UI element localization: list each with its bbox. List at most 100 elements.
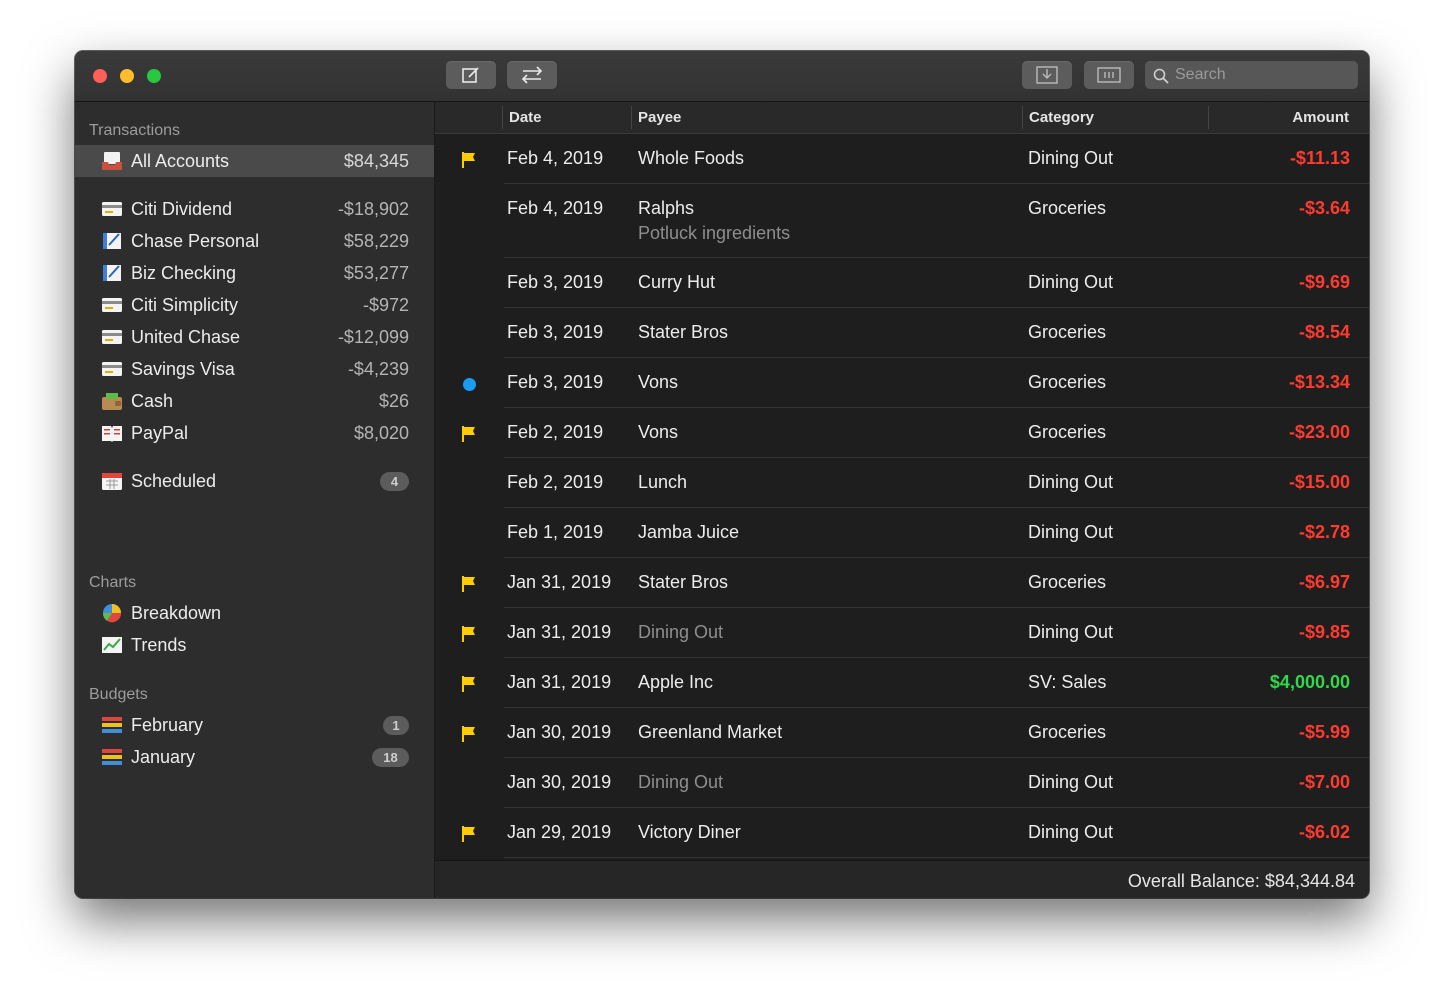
calendar-icon [102, 473, 122, 490]
transaction-amount: -$23.00 [1288, 422, 1350, 442]
column-headers: Date Payee Category Amount [435, 102, 1369, 134]
transaction-category: Groceries [1028, 422, 1107, 442]
sidebar-section-transactions: Transactions [89, 122, 180, 139]
sidebar-item-label: Scheduled [131, 471, 217, 491]
close-window-button[interactable] [93, 69, 107, 83]
swap-arrows-icon [521, 66, 543, 84]
transaction-amount: -$3.64 [1298, 198, 1350, 218]
transaction-row[interactable]: Jan 30, 2019 Greenland Market Groceries -$5… [435, 708, 1369, 758]
transaction-payee: Vons [638, 372, 679, 392]
budget-count-badge: 1 [383, 716, 409, 735]
transaction-row[interactable]: Jan 31, 2019 Stater Bros Groceries -$6.97 [435, 558, 1369, 608]
transaction-row[interactable]: Feb 2, 2019 Lunch Dining Out -$15.00 [435, 458, 1369, 508]
search-field[interactable] [1145, 61, 1358, 89]
overall-balance: Overall Balance: $84,344.84 [1127, 871, 1355, 891]
transaction-row[interactable]: Feb 3, 2019 Curry Hut Dining Out -$9.69 [435, 258, 1369, 308]
sidebar-item-february[interactable]: February 1 [75, 709, 434, 741]
import-button[interactable] [1022, 61, 1072, 89]
column-separator [1022, 106, 1023, 129]
search-input[interactable] [1175, 61, 1350, 89]
transaction-payee: Dining Out [638, 772, 724, 792]
flag-icon[interactable] [462, 676, 476, 692]
sidebar-item-balance: $8,020 [353, 423, 409, 443]
transaction-row[interactable]: Jan 31, 2019 Apple Inc SV: Sales $4,000.00 [435, 658, 1369, 708]
transaction-category: Groceries [1028, 722, 1107, 742]
zoom-window-button[interactable] [147, 69, 161, 83]
sidebar-item-citi-dividend[interactable]: Citi Dividend -$18,902 [75, 193, 434, 225]
transaction-row[interactable]: Feb 4, 2019 Whole Foods Dining Out -$11.13 [435, 134, 1369, 184]
transaction-row[interactable]: Jan 29, 2019 Victory Diner Dining Out -$6.0… [435, 808, 1369, 858]
flag-icon[interactable] [462, 152, 476, 168]
transaction-category: Groceries [1028, 322, 1107, 342]
transaction-date: Feb 2, 2019 [507, 472, 604, 492]
cleared-dot-icon[interactable] [463, 378, 476, 391]
flag-icon[interactable] [462, 426, 476, 442]
sidebar-section-budgets: Budgets [89, 686, 148, 703]
sidebar-item-all-accounts[interactable]: All Accounts $84,345 [75, 145, 434, 177]
sidebar-item-savings-visa[interactable]: Savings Visa -$4,239 [75, 353, 434, 385]
transaction-payee: Stater Bros [638, 572, 729, 592]
sidebar-item-balance: -$4,239 [347, 359, 409, 379]
transaction-category: Dining Out [1028, 472, 1114, 492]
transaction-amount: -$9.85 [1298, 622, 1350, 642]
checkbook-icon [103, 265, 121, 281]
transaction-row[interactable]: Jan 31, 2019 Dining Out Dining Out -$9.85 [435, 608, 1369, 658]
flag-icon[interactable] [462, 626, 476, 642]
transaction-row[interactable]: Feb 2, 2019 Vons Groceries -$23.00 [435, 408, 1369, 458]
transaction-category: Dining Out [1028, 622, 1114, 642]
sidebar-item-biz-checking[interactable]: Biz Checking $53,277 [75, 257, 434, 289]
sidebar-item-chase-personal[interactable]: Chase Personal $58,229 [75, 225, 434, 257]
sidebar-item-balance: $58,229 [343, 231, 409, 251]
transaction-payee: Jamba Juice [638, 522, 740, 542]
sidebar-item-balance: -$18,902 [337, 199, 409, 219]
columns-button[interactable] [1084, 61, 1134, 89]
sidebar-item-balance: $53,277 [343, 263, 409, 283]
transaction-row[interactable]: Feb 1, 2019 Jamba Juice Dining Out -$2.78 [435, 508, 1369, 558]
transaction-row[interactable]: Feb 3, 2019 Vons Groceries -$13.34 [435, 358, 1369, 408]
transaction-payee: Lunch [638, 472, 688, 492]
sidebar-item-label: United Chase [131, 327, 241, 347]
flag-icon[interactable] [462, 576, 476, 592]
transaction-date: Feb 4, 2019 [507, 198, 604, 218]
new-transaction-button[interactable] [446, 61, 496, 89]
flag-icon[interactable] [462, 726, 476, 742]
sidebar-item-breakdown[interactable]: Breakdown [75, 597, 434, 629]
transaction-amount: -$8.54 [1298, 322, 1350, 342]
transaction-date: Jan 30, 2019 [507, 772, 612, 792]
transactions-list: Date Payee Category Amount Feb 4, 2019 Wh… [435, 102, 1369, 898]
transfer-button[interactable] [507, 61, 557, 89]
column-header-payee[interactable]: Payee [638, 109, 681, 126]
credit-card-icon [102, 202, 122, 216]
transaction-payee: Curry Hut [638, 272, 716, 292]
sidebar-item-scheduled[interactable]: Scheduled 4 [75, 465, 434, 497]
sidebar-item-january[interactable]: January 18 [75, 741, 434, 773]
credit-card-icon [102, 330, 122, 344]
transaction-amount: -$9.69 [1298, 272, 1350, 292]
sidebar-item-label: Trends [131, 635, 187, 655]
transaction-amount: -$5.99 [1298, 722, 1350, 742]
sidebar-item-label: PayPal [131, 423, 189, 443]
transaction-row[interactable]: Feb 4, 2019 Ralphs Potluck ingredients Groc… [435, 184, 1369, 258]
column-header-amount[interactable]: Amount [1292, 109, 1349, 126]
sidebar-item-cash[interactable]: Cash $26 [75, 385, 434, 417]
inbox-tray-icon [102, 152, 122, 170]
minimize-window-button[interactable] [120, 69, 134, 83]
transaction-row[interactable]: Jan 30, 2019 Dining Out Dining Out -$7.00 [435, 758, 1369, 808]
transaction-amount: $4,000.00 [1269, 672, 1350, 692]
column-header-date[interactable]: Date [509, 109, 542, 126]
credit-card-icon [102, 362, 122, 376]
transaction-amount: -$13.34 [1288, 372, 1350, 392]
sidebar-item-label: Chase Personal [131, 231, 260, 251]
sidebar-item-trends[interactable]: Trends [75, 629, 434, 661]
sidebar-item-united-chase[interactable]: United Chase -$12,099 [75, 321, 434, 353]
column-header-category[interactable]: Category [1029, 109, 1094, 126]
transaction-row[interactable]: Feb 3, 2019 Stater Bros Groceries -$8.54 [435, 308, 1369, 358]
column-separator [1208, 106, 1209, 129]
transaction-payee: Ralphs [638, 198, 695, 218]
sidebar-item-label: Cash [131, 391, 174, 411]
transaction-amount: -$6.02 [1298, 822, 1350, 842]
sidebar-item-citi-simplicity[interactable]: Citi Simplicity -$972 [75, 289, 434, 321]
sidebar-item-label: Citi Simplicity [131, 295, 239, 315]
sidebar-item-paypal[interactable]: PayPal $8,020 [75, 417, 434, 449]
flag-icon[interactable] [462, 826, 476, 842]
